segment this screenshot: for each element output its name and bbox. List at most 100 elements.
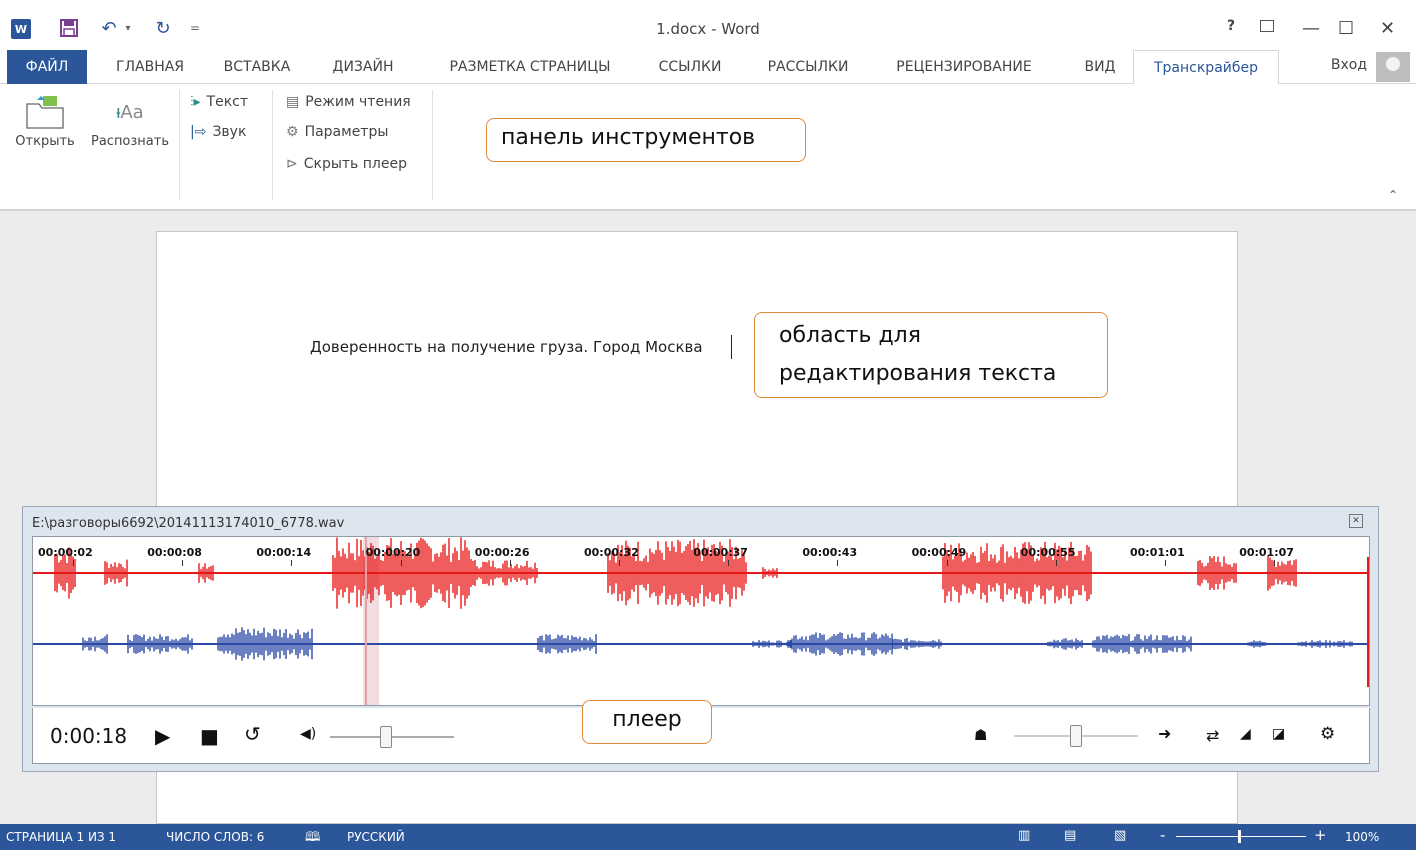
ruler-tick (509, 560, 511, 566)
parameters-button[interactable]: ⚙ Параметры (286, 124, 388, 140)
document-icon: ▤ (286, 94, 300, 110)
edit-callout-line2: редактирования текста (779, 361, 1057, 386)
tab-view[interactable]: ВИД (1075, 50, 1125, 84)
recognize-label: Распознать (90, 134, 170, 149)
ruler-tick (946, 560, 948, 566)
title-bar: W ↶ ▾ ↻ = 1.docx - Word ? — ☐ ✕ (0, 0, 1416, 50)
waveform-svg[interactable] (33, 537, 1369, 705)
word-count[interactable]: ЧИСЛО СЛОВ: 6 (166, 830, 264, 844)
volume-slider-thumb[interactable] (380, 726, 393, 748)
language-indicator[interactable]: РУССКИЙ (347, 830, 405, 844)
ruler-tick (400, 560, 402, 566)
stop-icon[interactable]: ■ (200, 724, 219, 748)
volume-icon: ◀) (300, 726, 317, 742)
tab-transcriber[interactable]: Транскрайбер (1133, 50, 1279, 85)
fade-out-icon[interactable]: ◪ (1272, 726, 1285, 742)
proofing-icon[interactable]: 🕮 (305, 828, 320, 850)
tab-references[interactable]: ССЫЛКИ (648, 50, 732, 84)
ruler-time-label: 00:00:37 (693, 546, 748, 559)
ruler-time-label: 00:00:26 (474, 546, 530, 559)
close-icon[interactable]: ✕ (1380, 18, 1395, 39)
login-link[interactable]: Вход (1331, 50, 1367, 80)
open-label: Открыть (15, 134, 75, 149)
player-callout: плеер (582, 700, 712, 744)
text-label: Текст (206, 94, 249, 110)
reading-mode-label: Режим чтения (305, 94, 411, 110)
ribbon-tabs: ФАЙЛ ГЛАВНАЯ ВСТАВКА ДИЗАЙН РАЗМЕТКА СТР… (0, 50, 1416, 85)
read-mode-icon[interactable]: ▥ (1018, 828, 1030, 843)
collapse-ribbon-icon[interactable]: ⌃ (1388, 188, 1398, 202)
minimize-icon[interactable]: — (1302, 18, 1320, 39)
document-text[interactable]: Доверенность на получение груза. Город М… (310, 338, 703, 356)
waveform-panel[interactable] (32, 536, 1370, 706)
zoom-slider-thumb[interactable] (1238, 830, 1241, 843)
tab-design[interactable]: ДИЗАЙН (318, 50, 408, 84)
ruler-time-label: 00:00:43 (802, 546, 858, 559)
tab-insert[interactable]: ВСТАВКА (212, 50, 302, 84)
ruler-time-label: 00:00:02 (38, 546, 93, 559)
text-button[interactable]: ⫶▸ Текст (190, 94, 248, 110)
status-bar: СТРАНИЦА 1 ИЗ 1 ЧИСЛО СЛОВ: 6 🕮 РУССКИЙ … (0, 824, 1416, 850)
toolbar-callout-text: панель инструментов (501, 125, 756, 150)
fast-rabbit-icon[interactable]: ➜ (1158, 724, 1171, 743)
settings-gear-icon[interactable]: ⚙ (1320, 724, 1335, 744)
fade-in-icon[interactable]: ◢ (1240, 726, 1251, 742)
loop-icon[interactable]: ⇄ (1206, 726, 1219, 745)
ruler-tick (837, 560, 839, 566)
player-close-icon[interactable]: ✕ (1349, 514, 1363, 528)
tab-file[interactable]: ФАЙЛ (7, 50, 87, 84)
tab-home[interactable]: ГЛАВНАЯ (100, 50, 200, 84)
current-time: 0:00:18 (50, 724, 128, 748)
hide-player-button[interactable]: ⊳ Скрыть плеер (286, 156, 407, 172)
zoom-out-button[interactable]: - (1160, 826, 1165, 844)
ribbon-separator (179, 90, 180, 200)
gear-icon: ⚙ (286, 124, 299, 140)
player-callout-text: плеер (612, 707, 682, 732)
zoom-level[interactable]: 100% (1345, 830, 1379, 844)
web-layout-icon[interactable]: ▧ (1114, 828, 1126, 843)
ruler-tick (73, 560, 74, 566)
zoom-slider[interactable] (1176, 830, 1306, 843)
sound-label: Звук (212, 124, 247, 140)
maximize-icon[interactable]: ☐ (1338, 18, 1354, 39)
open-folder-icon (12, 90, 78, 134)
play-icon[interactable]: ▶ (155, 724, 170, 748)
slow-turtle-icon[interactable]: ☗ (974, 726, 987, 744)
sound-arrow-icon: |⇨ (190, 124, 207, 140)
play-circle-icon: ⊳ (286, 156, 298, 172)
sound-button[interactable]: |⇨ Звук (190, 124, 246, 140)
text-wave-icon: ⫶▸ (190, 94, 201, 110)
ruler-time-label: 00:01:01 (1130, 546, 1185, 559)
toolbar-callout: панель инструментов (486, 118, 806, 162)
tab-layout[interactable]: РАЗМЕТКА СТРАНИЦЫ (420, 50, 640, 84)
help-icon[interactable]: ? (1227, 18, 1235, 34)
page-count[interactable]: СТРАНИЦА 1 ИЗ 1 (6, 830, 116, 844)
speed-slider-thumb[interactable] (1070, 725, 1082, 747)
ruler-tick (291, 560, 293, 566)
ribbon-display-options-icon[interactable] (1260, 20, 1274, 32)
player-file-path: E:\разговоры6692\20141113174010_6778.wav (32, 516, 345, 531)
ruler-tick (182, 560, 184, 566)
recognize-icon: ᵼ Aa (116, 101, 144, 123)
speed-slider[interactable] (1014, 725, 1138, 747)
tab-review[interactable]: РЕЦЕНЗИРОВАНИЕ (878, 50, 1050, 84)
volume-slider[interactable] (330, 726, 454, 748)
recognize-button[interactable]: ᵼ Aa Распознать (84, 90, 176, 150)
zoom-in-button[interactable]: + (1314, 826, 1327, 844)
parameters-label: Параметры (304, 124, 389, 140)
ruler-time-label: 00:00:14 (256, 546, 312, 559)
ruler-tick (1055, 560, 1057, 566)
ruler-tick (728, 560, 730, 566)
ruler-time-label: 00:00:08 (147, 546, 202, 559)
tab-mailings[interactable]: РАССЫЛКИ (748, 50, 868, 84)
ruler-tick (1274, 560, 1276, 566)
ruler-time-label: 00:00:49 (911, 546, 967, 559)
print-layout-icon[interactable]: ▤ (1064, 828, 1076, 843)
window-title: 1.docx - Word (656, 20, 760, 38)
rewind-icon[interactable]: ↺ (244, 722, 261, 746)
open-button[interactable]: Открыть (12, 90, 78, 149)
reading-mode-button[interactable]: ▤ Режим чтения (286, 94, 411, 110)
avatar[interactable] (1376, 52, 1410, 82)
edit-callout-line1: область для (779, 323, 921, 348)
text-caret (731, 335, 732, 359)
